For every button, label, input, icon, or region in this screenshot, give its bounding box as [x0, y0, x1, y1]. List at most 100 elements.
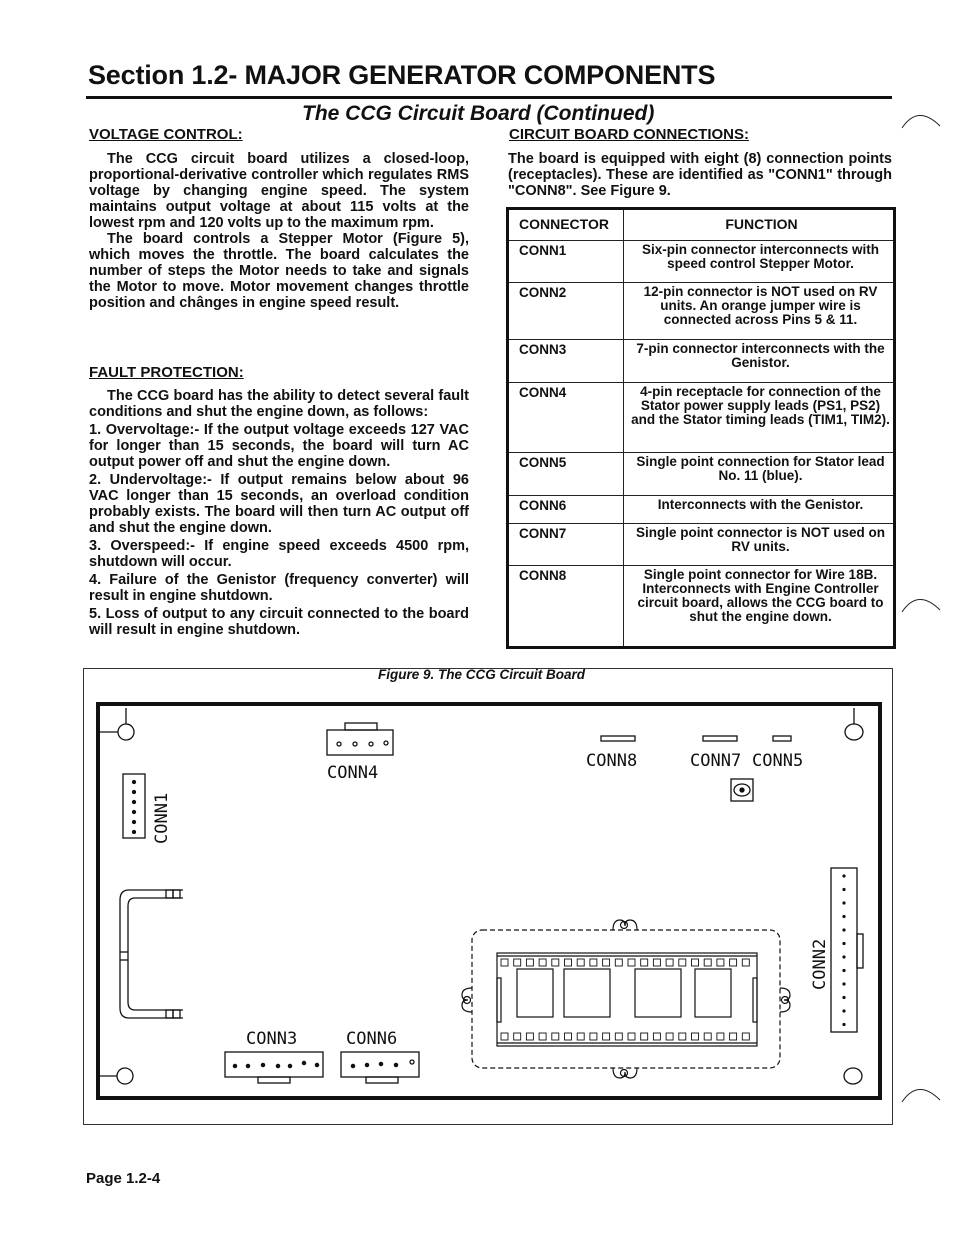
table-row: CONN1 Six-pin connector interconnects wi… — [507, 240, 895, 283]
fault-protection-intro: The CCG board has the ability to detect … — [89, 388, 469, 420]
conn1-label: CONN1 — [152, 793, 172, 844]
conn7-symbol-icon — [730, 778, 754, 802]
connector-cell: CONN1 — [507, 240, 624, 283]
margin-arc-icon — [901, 599, 941, 613]
socket-pin — [627, 958, 636, 967]
chip-module — [461, 919, 791, 1079]
connector-cell: CONN7 — [507, 523, 624, 566]
connector-cell: CONN5 — [507, 452, 624, 496]
fault-item: 4. Failure of the Genistor (frequency co… — [89, 572, 469, 604]
fault-item: 3. Overspeed:- If engine speed exceeds 4… — [89, 538, 469, 570]
subtitle: The CCG Circuit Board (Continued) — [302, 102, 655, 125]
connections-intro: The board is equipped with eight (8) con… — [508, 151, 892, 199]
socket-pin — [500, 1032, 509, 1041]
fault-item: 2. Undervoltage:- If output remains belo… — [89, 472, 469, 536]
socket-pin — [602, 1032, 611, 1041]
table-row: CONN8 Single point connector for Wire 18… — [507, 565, 895, 648]
connector-table: CONNECTOR FUNCTION CONN1 Six-pin connect… — [506, 207, 896, 649]
function-cell: Single point connection for Stator lead … — [623, 452, 895, 496]
voltage-control-body: The CCG circuit board utilizes a closed-… — [89, 151, 469, 311]
margin-arc-icon — [901, 1089, 941, 1103]
connector-cell: CONN8 — [507, 565, 624, 648]
socket-pin — [665, 1032, 674, 1041]
conn2-pin — [842, 941, 846, 946]
conn8-pad — [600, 735, 636, 742]
socket-pin — [741, 958, 750, 967]
socket-pin — [716, 958, 725, 967]
conn2-pin — [842, 1022, 846, 1027]
margin-arc-icon — [901, 115, 941, 129]
conn2-pin — [842, 887, 846, 892]
figure-caption: Figure 9. The CCG Circuit Board — [378, 667, 586, 682]
conn2-pin — [842, 874, 846, 878]
socket-pin — [538, 958, 547, 967]
conn5-pad — [772, 735, 792, 742]
fault-item: 5. Loss of output to any circuit connect… — [89, 606, 469, 638]
mounting-hole-icon — [844, 708, 864, 741]
circuit-board-diagram: CONN4 CONN8 CONN7 CONN5 CONN3 CONN6 CONN… — [96, 702, 882, 1100]
function-cell: Single point connector for Wire 18B. Int… — [623, 565, 895, 648]
conn6-label: CONN6 — [346, 1029, 397, 1049]
socket-pin — [513, 958, 522, 967]
conn2-label: CONN2 — [810, 939, 830, 990]
conn2-pin — [842, 901, 846, 905]
column-header-connector: CONNECTOR — [507, 208, 624, 241]
socket-pin — [576, 1032, 585, 1041]
function-cell: 12-pin connector is NOT used on RV units… — [623, 282, 895, 340]
table-row: CONN6 Interconnects with the Genistor. — [507, 495, 895, 524]
socket-pin — [589, 1032, 598, 1041]
connector-cell: CONN6 — [507, 495, 624, 524]
column-header-function: FUNCTION — [623, 208, 895, 241]
fault-protection-body: The CCG board has the ability to detect … — [89, 388, 469, 638]
socket-pin — [703, 958, 712, 967]
socket-pin — [741, 1032, 750, 1041]
socket-pin — [678, 958, 687, 967]
conn2-connector — [830, 867, 864, 1033]
socket-pin — [551, 1032, 560, 1041]
mounting-hole-icon — [98, 708, 135, 741]
table-row: CONN3 7-pin connector interconnects with… — [507, 339, 895, 383]
socket-pin — [551, 958, 560, 967]
socket-pin — [703, 1032, 712, 1041]
conn2-pin — [842, 1009, 846, 1013]
socket-pin — [589, 958, 598, 967]
socket-pin — [729, 1032, 738, 1041]
conn7-label: CONN7 — [690, 751, 741, 771]
function-cell: Single point connector is NOT used on RV… — [623, 523, 895, 566]
fault-item: 1. Overvoltage:- If the output voltage e… — [89, 422, 469, 470]
socket-pin — [665, 958, 674, 967]
fault-protection-heading: FAULT PROTECTION: — [89, 364, 244, 381]
socket-pin — [525, 958, 534, 967]
socket-pin — [564, 958, 572, 967]
conn6-connector — [340, 1051, 420, 1084]
bracket — [119, 889, 183, 1019]
socket-pin — [652, 1032, 661, 1041]
table-row: CONN5 Single point connection for Stator… — [507, 452, 895, 496]
voltage-control-paragraph: The board controls a Stepper Motor (Figu… — [89, 231, 469, 311]
conn7-pad — [702, 735, 738, 742]
conn2-pin — [842, 955, 846, 959]
conn4-connector — [326, 722, 394, 756]
connector-cell: CONN2 — [507, 282, 624, 340]
table-row: CONN2 12-pin connector is NOT used on RV… — [507, 282, 895, 340]
conn4-label: CONN4 — [327, 763, 378, 783]
socket-pin — [729, 958, 738, 967]
socket-pin — [691, 958, 699, 967]
table-row: CONN4 4-pin receptacle for connection of… — [507, 382, 895, 453]
function-cell: Interconnects with the Genistor. — [623, 495, 895, 524]
socket-pin — [627, 1032, 636, 1041]
function-cell: Six-pin connector interconnects with spe… — [623, 240, 895, 283]
socket-pin — [602, 958, 611, 967]
socket-pin — [691, 1032, 699, 1041]
conn2-pin — [842, 968, 846, 973]
conn1-connector — [122, 773, 146, 839]
mounting-hole-icon — [98, 1067, 134, 1085]
connector-cell: CONN4 — [507, 382, 624, 453]
socket-pin — [576, 958, 585, 967]
conn3-connector — [224, 1051, 324, 1084]
socket-pin — [678, 1032, 687, 1041]
socket-pin — [640, 1032, 649, 1041]
conn2-pin — [842, 914, 846, 919]
socket-pin — [513, 1032, 522, 1041]
table-row: CONN7 Single point connector is NOT used… — [507, 523, 895, 566]
